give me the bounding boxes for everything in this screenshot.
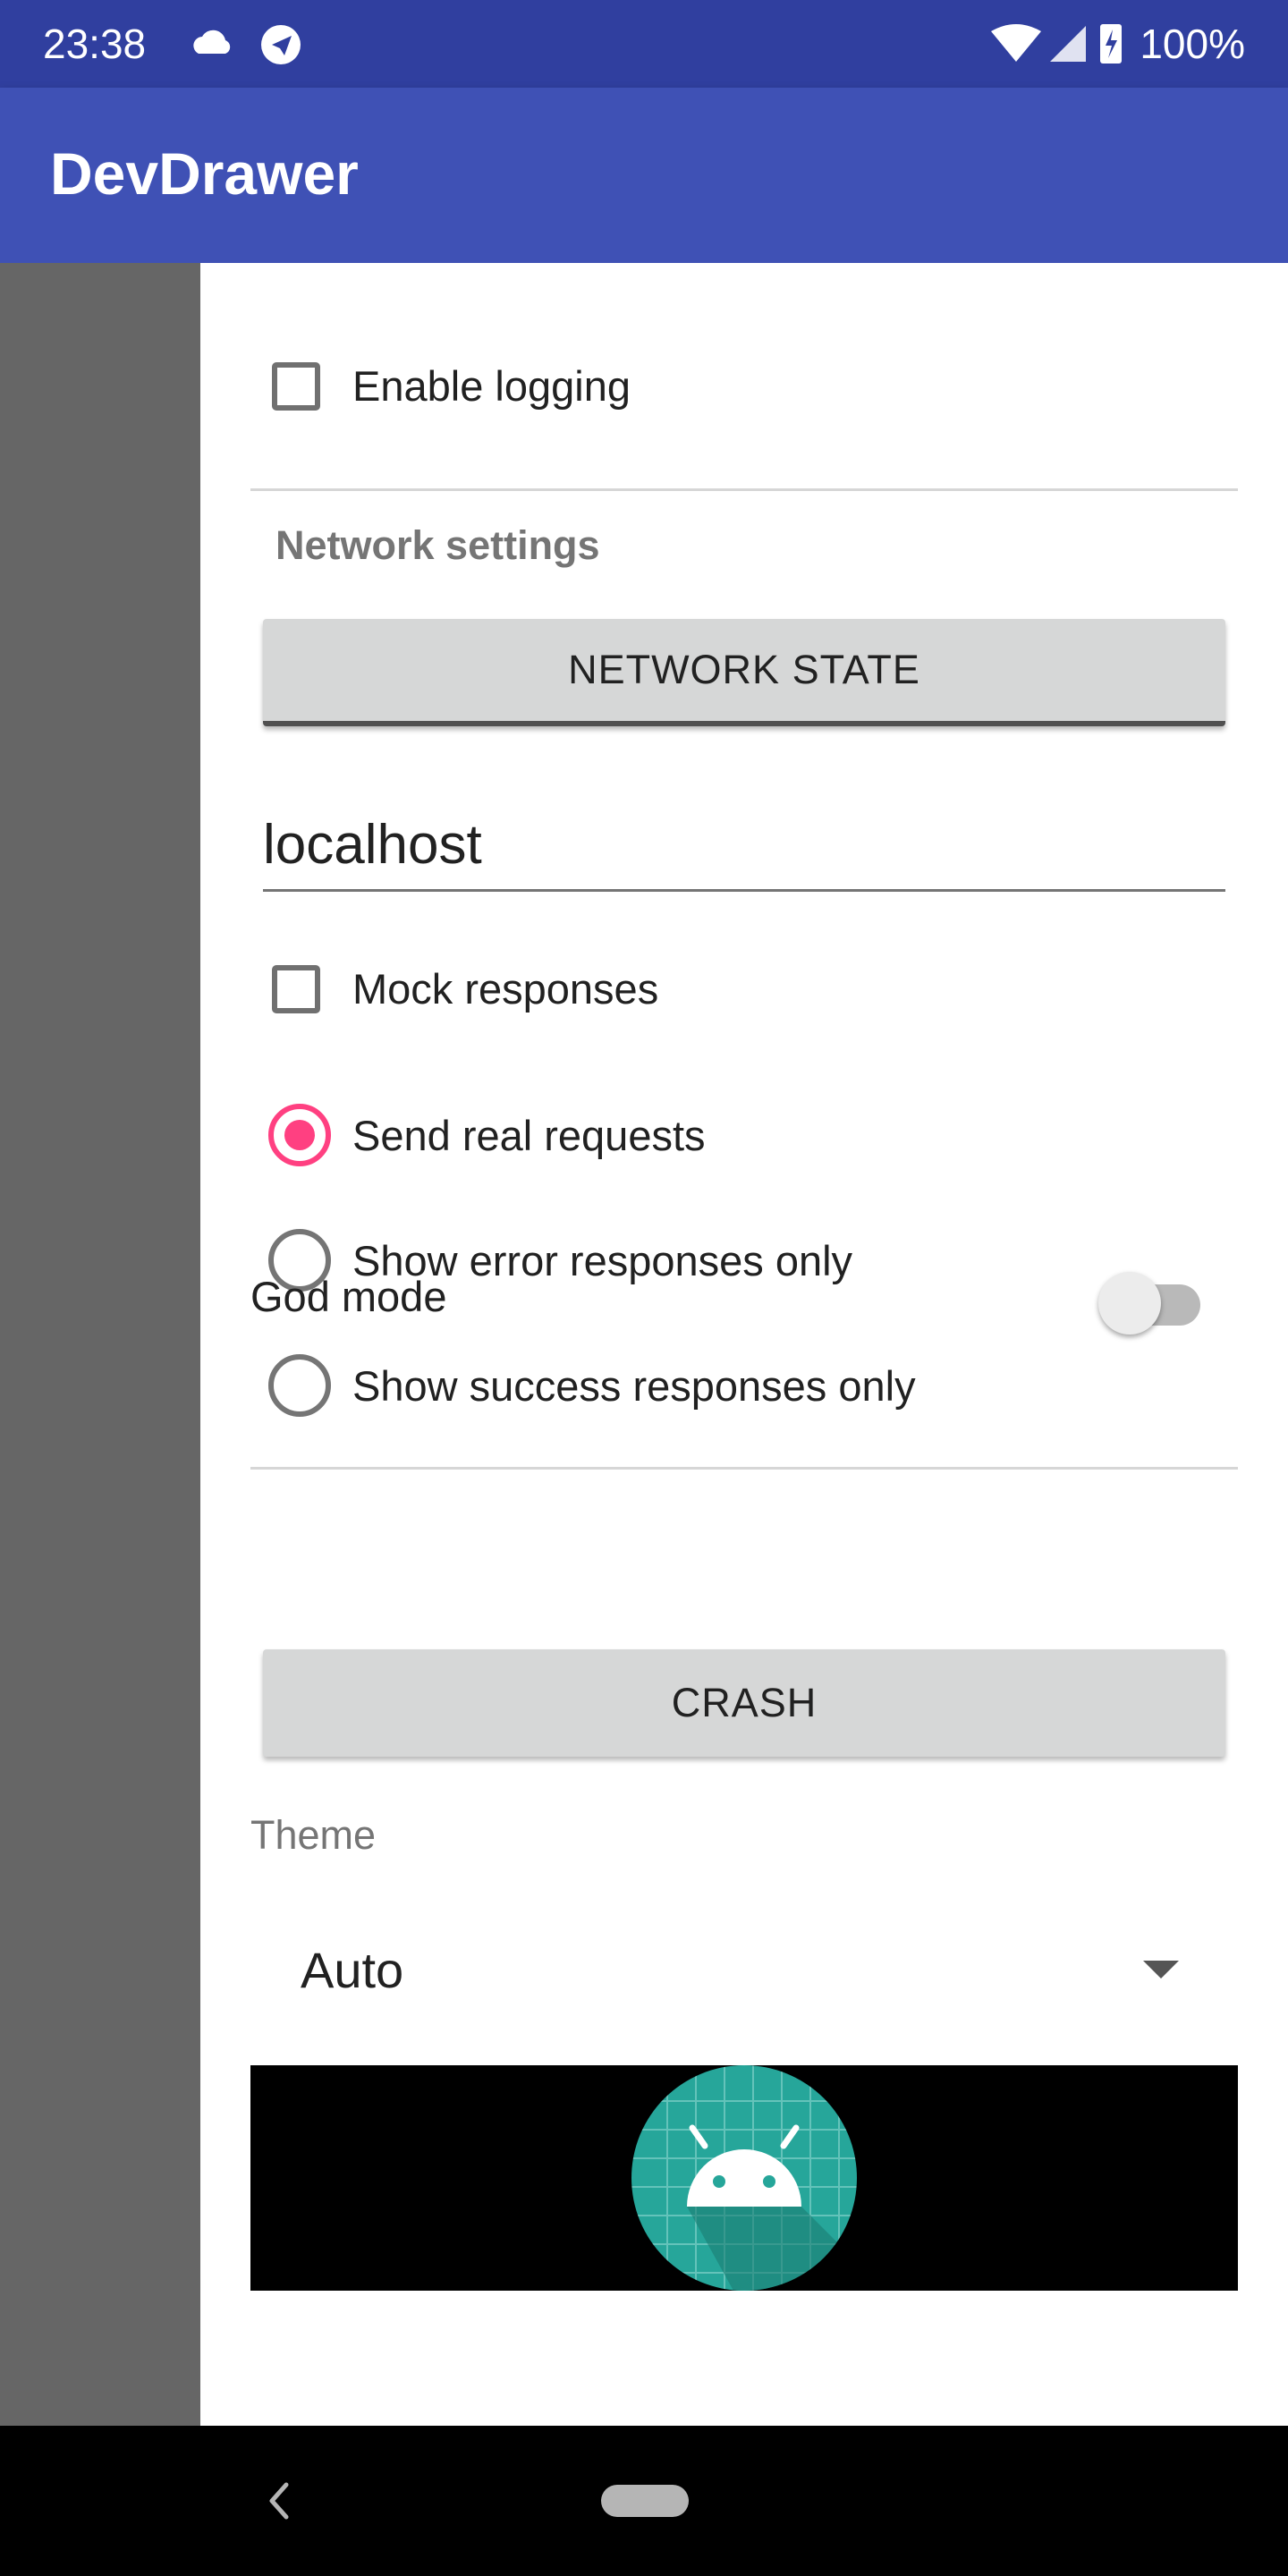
radio-label: Show success responses only xyxy=(352,1361,916,1410)
god-mode-label: God mode xyxy=(250,1273,447,1320)
radio-show-success-responses[interactable]: Show success responses only xyxy=(268,1354,916,1417)
app-bar: DevDrawer xyxy=(0,88,1288,263)
wifi-signal-icons xyxy=(991,24,1123,64)
status-left-icons xyxy=(190,23,324,71)
enable-logging-checkbox[interactable] xyxy=(272,361,320,411)
mock-responses-checkbox[interactable] xyxy=(272,964,320,1013)
radio-button-selected[interactable] xyxy=(268,1104,331,1166)
divider xyxy=(250,488,1238,491)
back-icon[interactable] xyxy=(261,2478,297,2529)
enable-logging-row[interactable]: Enable logging xyxy=(272,361,631,411)
divider xyxy=(250,1467,1238,1470)
drawer-scrim[interactable] xyxy=(0,263,200,2426)
theme-dropdown-value: Auto xyxy=(301,1942,404,1998)
status-bar: 23:38 100% xyxy=(0,0,1288,88)
battery-percent: 100% xyxy=(1140,21,1245,67)
theme-label: Theme xyxy=(250,1812,377,1858)
wifi-icon xyxy=(991,24,1042,62)
status-time: 23:38 xyxy=(43,21,147,67)
android-launcher-icon xyxy=(631,2065,857,2291)
network-settings-title: Network settings xyxy=(275,522,600,568)
app-title: DevDrawer xyxy=(50,140,359,207)
enable-logging-label: Enable logging xyxy=(352,362,631,410)
dev-drawer-panel: Enable logging Network settings NETWORK … xyxy=(200,263,1288,2426)
dropdown-arrow-icon xyxy=(1143,1961,1179,1979)
god-mode-switch[interactable] xyxy=(1098,1268,1206,1335)
theme-dropdown[interactable]: Auto xyxy=(250,1914,1238,2021)
mock-responses-row[interactable]: Mock responses xyxy=(272,964,658,1013)
network-state-button[interactable]: NETWORK STATE xyxy=(263,619,1225,726)
app-icon-banner xyxy=(250,2065,1238,2291)
radio-button[interactable] xyxy=(268,1354,331,1417)
home-pill[interactable] xyxy=(601,2485,689,2517)
cloud-icon xyxy=(193,30,231,54)
host-input[interactable] xyxy=(263,800,1225,892)
navigation-bar xyxy=(0,2426,1288,2576)
radio-send-real-requests[interactable]: Send real requests xyxy=(268,1104,706,1166)
switch-thumb xyxy=(1098,1272,1161,1335)
crash-button[interactable]: CRASH xyxy=(263,1649,1225,1757)
radio-label: Send real requests xyxy=(352,1111,706,1159)
mock-responses-label: Mock responses xyxy=(352,965,659,1013)
signal-icon xyxy=(1050,26,1087,62)
telegram-icon xyxy=(261,25,301,64)
status-right: 100% xyxy=(991,20,1245,68)
